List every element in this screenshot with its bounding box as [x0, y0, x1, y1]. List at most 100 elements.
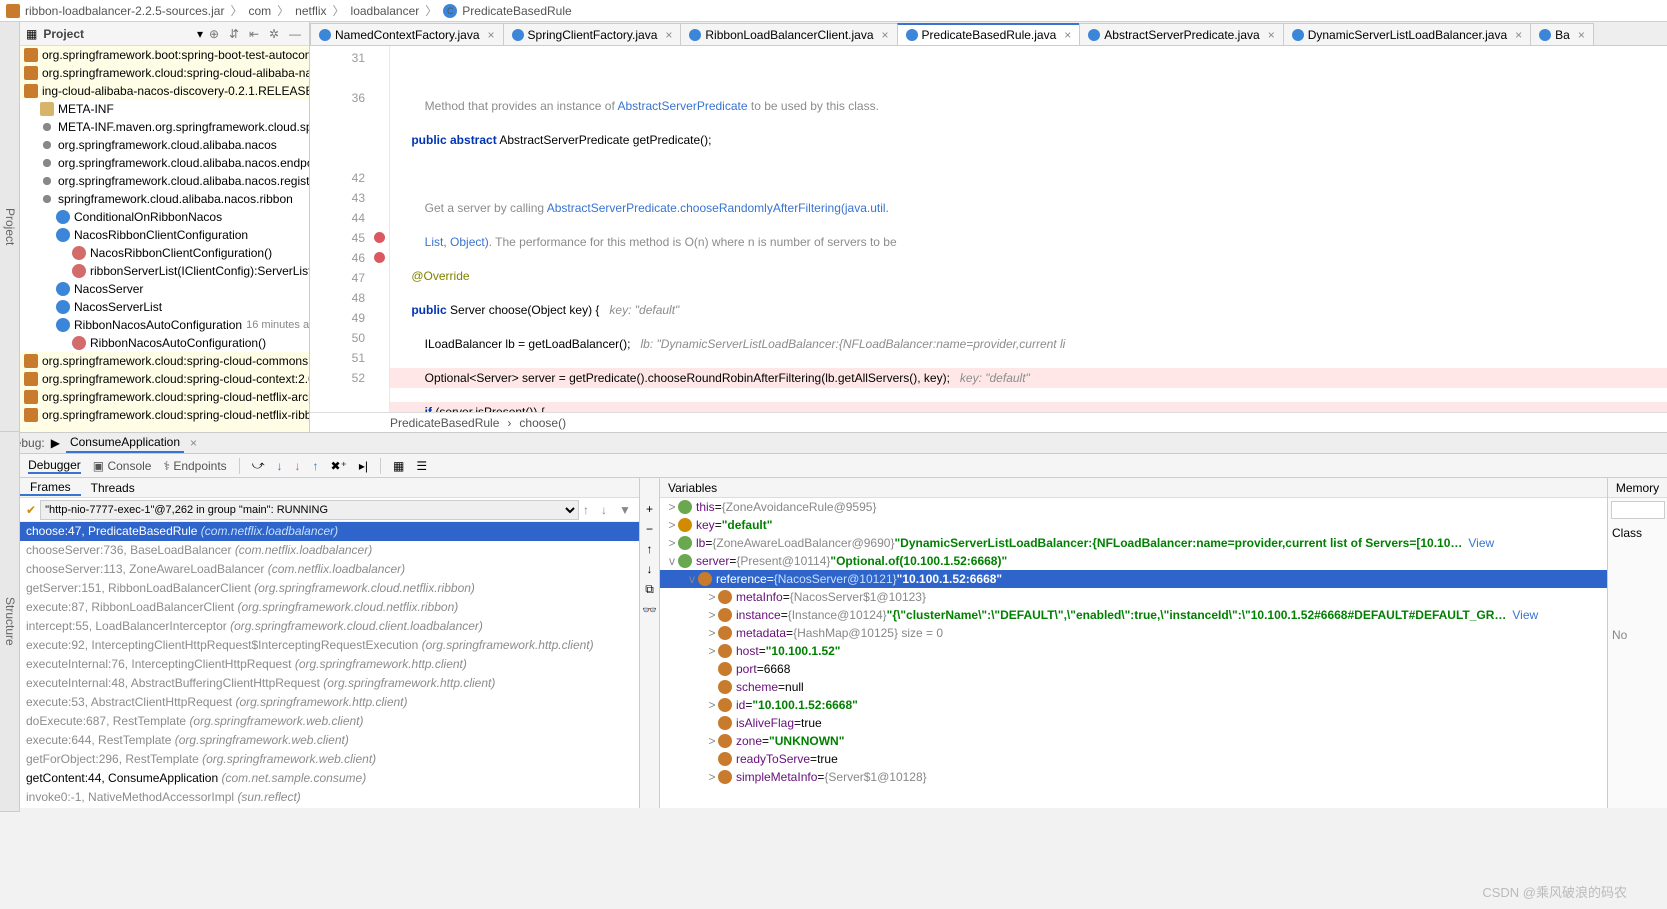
editor-tab[interactable]: Ba×: [1530, 23, 1594, 45]
project-tree[interactable]: org.springframework.boot:spring-boot-tes…: [20, 46, 309, 432]
tree-item[interactable]: org.springframework.cloud:spring-cloud-n…: [20, 388, 309, 406]
down-icon[interactable]: ↓: [647, 562, 653, 576]
tree-item[interactable]: org.springframework.cloud:spring-cloud-c…: [20, 370, 309, 388]
bc-p3[interactable]: loadbalancer: [351, 4, 420, 18]
prev-frame-icon[interactable]: ↑: [583, 503, 597, 517]
variable-row[interactable]: >instance = {Instance@10124} "{\"cluster…: [660, 606, 1607, 624]
line-number[interactable]: 45: [310, 228, 389, 248]
tree-item[interactable]: springframework.cloud.alibaba.nacos.ribb…: [20, 190, 309, 208]
variable-row[interactable]: readyToServe = true: [660, 750, 1607, 768]
tree-item[interactable]: org.springframework.cloud:spring-cloud-n…: [20, 406, 309, 424]
tree-item[interactable]: org.springframework.cloud.alibaba.nacos.…: [20, 172, 309, 190]
project-tool[interactable]: Project: [1, 22, 19, 432]
evaluate-icon[interactable]: ▦: [393, 459, 404, 473]
editor-tab[interactable]: RibbonLoadBalancerClient.java×: [680, 23, 897, 45]
stack-frame[interactable]: invoke0:-1, NativeMethodAccessorImpl (su…: [20, 788, 639, 807]
stack-frame[interactable]: executeInternal:76, InterceptingClientHt…: [20, 655, 639, 674]
threads-tab[interactable]: Threads: [81, 481, 145, 495]
drop-frame-icon[interactable]: ✖⁺: [331, 459, 347, 473]
variable-row[interactable]: >host = "10.100.1.52": [660, 642, 1607, 660]
line-number[interactable]: [310, 68, 389, 88]
pull-requests-tool[interactable]: Pull Requests: [0, 22, 1, 432]
variable-row[interactable]: >simpleMetaInfo = {Server$1@10128}: [660, 768, 1607, 786]
editor-tab[interactable]: AbstractServerPredicate.java×: [1079, 23, 1283, 45]
tab-console[interactable]: ▣ Console: [93, 459, 152, 473]
collapse-icon[interactable]: ⇤: [249, 27, 263, 41]
tree-item[interactable]: org.springframework.cloud:spring-cloud-a…: [20, 64, 309, 82]
tree-item[interactable]: RibbonNacosAutoConfiguration16 minutes a…: [20, 316, 309, 334]
tree-item[interactable]: META-INF.maven.org.springframework.cloud…: [20, 118, 309, 136]
line-number[interactable]: 52: [310, 368, 389, 388]
stack-frame[interactable]: getContent:44, ConsumeApplication (com.n…: [20, 769, 639, 788]
variable-row[interactable]: >metadata = {HashMap@10125} size = 0: [660, 624, 1607, 642]
tree-item[interactable]: NacosRibbonClientConfiguration: [20, 226, 309, 244]
tree-item[interactable]: ing-cloud-alibaba-nacos-discovery-0.2.1.…: [20, 82, 309, 100]
bc2-class[interactable]: PredicateBasedRule: [390, 416, 499, 430]
code-body[interactable]: Method that provides an instance of Abst…: [390, 46, 1667, 412]
close-icon[interactable]: ×: [190, 436, 197, 450]
line-number[interactable]: 36: [310, 88, 389, 108]
tree-item[interactable]: NacosServerList: [20, 298, 309, 316]
stack-frame[interactable]: chooseServer:113, ZoneAwareLoadBalancer …: [20, 560, 639, 579]
next-frame-icon[interactable]: ↓: [601, 503, 615, 517]
line-number[interactable]: 50: [310, 328, 389, 348]
stack-frame[interactable]: getForObject:296, RestTemplate (org.spri…: [20, 750, 639, 769]
tab-debugger[interactable]: Debugger: [28, 458, 81, 474]
stack-frame[interactable]: doExecute:687, RestTemplate (org.springf…: [20, 712, 639, 731]
line-number[interactable]: 46: [310, 248, 389, 268]
step-into-icon[interactable]: ↓: [277, 459, 283, 473]
tree-item[interactable]: org.springframework.cloud.alibaba.nacos.…: [20, 154, 309, 172]
tree-item[interactable]: NacosServer: [20, 280, 309, 298]
variable-row[interactable]: port = 6668: [660, 660, 1607, 678]
variable-row[interactable]: >zone = "UNKNOWN": [660, 732, 1607, 750]
tree-item[interactable]: ribbonServerList(IClientConfig):ServerLi…: [20, 262, 309, 280]
tree-item[interactable]: ConditionalOnRibbonNacos: [20, 208, 309, 226]
tree-item[interactable]: org.springframework.boot:spring-boot-tes…: [20, 46, 309, 64]
filter-icon[interactable]: ▼: [619, 503, 633, 517]
stack-frames[interactable]: choose:47, PredicateBasedRule (com.netfl…: [20, 522, 639, 808]
editor-tab[interactable]: SpringClientFactory.java×: [503, 23, 682, 45]
tab-endpoints[interactable]: ⚕ Endpoints: [163, 459, 226, 473]
favorites-tool[interactable]: Favorites: [0, 432, 1, 812]
line-number[interactable]: 42: [310, 168, 389, 188]
run-to-cursor-icon[interactable]: ▸|: [359, 459, 368, 473]
dropdown-icon[interactable]: ▾: [197, 27, 203, 41]
variable-row[interactable]: >metaInfo = {NacosServer$1@10123}: [660, 588, 1607, 606]
copy-icon[interactable]: ⧉: [645, 582, 654, 597]
step-out-icon[interactable]: ↑: [313, 459, 319, 473]
force-step-into-icon[interactable]: ↓: [295, 459, 301, 473]
tree-item[interactable]: org.springframework.cloud.alibaba.nacos: [20, 136, 309, 154]
bc-class[interactable]: PredicateBasedRule: [462, 4, 571, 18]
editor-tab[interactable]: DynamicServerListLoadBalancer.java×: [1283, 23, 1531, 45]
project-title[interactable]: Project: [43, 27, 191, 41]
variable-row[interactable]: vreference = {NacosServer@10121} "10.100…: [660, 570, 1607, 588]
bc2-method[interactable]: choose(): [519, 416, 566, 430]
gear-icon[interactable]: ✲: [269, 27, 283, 41]
select-opened-icon[interactable]: ⊕: [209, 27, 223, 41]
variable-row[interactable]: vserver = {Present@10114} "Optional.of(1…: [660, 552, 1607, 570]
variable-row[interactable]: >lb = {ZoneAwareLoadBalancer@9690} "Dyna…: [660, 534, 1607, 552]
add-watch-icon[interactable]: +: [646, 502, 653, 516]
stack-frame[interactable]: intercept:55, LoadBalancerInterceptor (o…: [20, 617, 639, 636]
stack-frame[interactable]: choose:47, PredicateBasedRule (com.netfl…: [20, 522, 639, 541]
remove-watch-icon[interactable]: −: [646, 522, 653, 536]
hide-icon[interactable]: —: [289, 27, 303, 41]
variables-tree[interactable]: >this = {ZoneAvoidanceRule@9595}>key = "…: [660, 498, 1607, 808]
glasses-icon[interactable]: 👓: [642, 603, 657, 617]
line-number[interactable]: 49: [310, 308, 389, 328]
tree-item[interactable]: org.springframework.cloud:spring-cloud-c…: [20, 352, 309, 370]
stack-frame[interactable]: execute:644, RestTemplate (org.springfra…: [20, 731, 639, 750]
variable-row[interactable]: isAliveFlag = true: [660, 714, 1607, 732]
editor-tab[interactable]: NamedContextFactory.java×: [310, 23, 504, 45]
stack-frame[interactable]: chooseServer:736, BaseLoadBalancer (com.…: [20, 541, 639, 560]
trace-icon[interactable]: ☰: [416, 459, 427, 473]
stack-frame[interactable]: executeInternal:48, AbstractBufferingCli…: [20, 674, 639, 693]
stack-frame[interactable]: execute:92, InterceptingClientHttpReques…: [20, 636, 639, 655]
stack-frame[interactable]: getServer:151, RibbonLoadBalancerClient …: [20, 579, 639, 598]
line-number[interactable]: 51: [310, 348, 389, 368]
up-icon[interactable]: ↑: [647, 542, 653, 556]
frames-tab[interactable]: Frames: [20, 480, 81, 496]
line-number[interactable]: [310, 148, 389, 168]
thread-dropdown[interactable]: "http-nio-7777-exec-1"@7,262 in group "m…: [40, 500, 579, 520]
line-number[interactable]: [310, 108, 389, 128]
